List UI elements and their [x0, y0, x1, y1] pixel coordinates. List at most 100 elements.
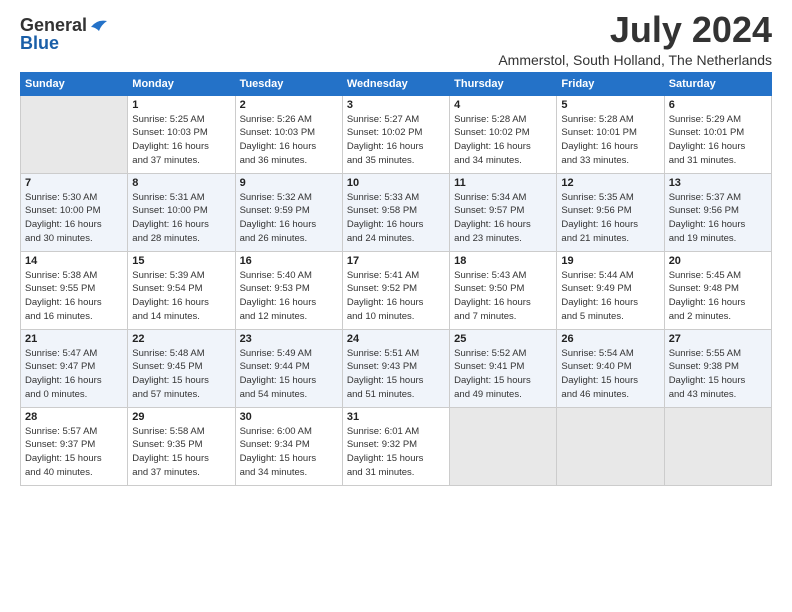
day-info: Sunrise: 5:40 AM Sunset: 9:53 PM Dayligh… [240, 269, 338, 324]
day-number: 22 [132, 333, 230, 345]
day-info: Sunrise: 5:30 AM Sunset: 10:00 PM Daylig… [25, 191, 123, 246]
day-number: 28 [25, 411, 123, 423]
day-info: Sunrise: 5:39 AM Sunset: 9:54 PM Dayligh… [132, 269, 230, 324]
day-number: 26 [561, 333, 659, 345]
day-info: Sunrise: 5:34 AM Sunset: 9:57 PM Dayligh… [454, 191, 552, 246]
day-number: 9 [240, 177, 338, 189]
col-header-saturday: Saturday [664, 72, 771, 95]
day-cell: 9 Sunrise: 5:32 AM Sunset: 9:59 PM Daylig… [235, 173, 342, 251]
day-number: 30 [240, 411, 338, 423]
day-info: Sunrise: 5:31 AM Sunset: 10:00 PM Daylig… [132, 191, 230, 246]
day-info: Sunrise: 5:55 AM Sunset: 9:38 PM Dayligh… [669, 347, 767, 402]
day-number: 12 [561, 177, 659, 189]
day-info: Sunrise: 5:43 AM Sunset: 9:50 PM Dayligh… [454, 269, 552, 324]
day-number: 8 [132, 177, 230, 189]
day-info: Sunrise: 5:25 AM Sunset: 10:03 PM Daylig… [132, 113, 230, 168]
col-header-sunday: Sunday [21, 72, 128, 95]
day-cell: 20 Sunrise: 5:45 AM Sunset: 9:48 PM Dayli… [664, 251, 771, 329]
day-cell: 31 Sunrise: 6:01 AM Sunset: 9:32 PM Dayli… [342, 407, 449, 485]
day-cell: 13 Sunrise: 5:37 AM Sunset: 9:56 PM Dayli… [664, 173, 771, 251]
day-info: Sunrise: 5:26 AM Sunset: 10:03 PM Daylig… [240, 113, 338, 168]
day-cell: 26 Sunrise: 5:54 AM Sunset: 9:40 PM Dayli… [557, 329, 664, 407]
month-title: July 2024 [498, 10, 772, 50]
day-cell: 12 Sunrise: 5:35 AM Sunset: 9:56 PM Dayli… [557, 173, 664, 251]
calendar-table: SundayMondayTuesdayWednesdayThursdayFrid… [20, 72, 772, 486]
day-cell: 14Sunrise: 5:38 AM Sunset: 9:55 PM Dayli… [21, 251, 128, 329]
day-cell: 2 Sunrise: 5:26 AM Sunset: 10:03 PM Dayli… [235, 95, 342, 173]
day-info: Sunrise: 5:28 AM Sunset: 10:01 PM Daylig… [561, 113, 659, 168]
day-info: Sunrise: 5:47 AM Sunset: 9:47 PM Dayligh… [25, 347, 123, 402]
week-row-4: 21Sunrise: 5:47 AM Sunset: 9:47 PM Dayli… [21, 329, 772, 407]
day-cell: 22 Sunrise: 5:48 AM Sunset: 9:45 PM Dayli… [128, 329, 235, 407]
day-number: 18 [454, 255, 552, 267]
day-cell: 10Sunrise: 5:33 AM Sunset: 9:58 PM Dayli… [342, 173, 449, 251]
day-info: Sunrise: 5:38 AM Sunset: 9:55 PM Dayligh… [25, 269, 123, 324]
col-header-thursday: Thursday [450, 72, 557, 95]
day-cell: 7 Sunrise: 5:30 AM Sunset: 10:00 PM Dayli… [21, 173, 128, 251]
col-header-monday: Monday [128, 72, 235, 95]
day-cell: 11 Sunrise: 5:34 AM Sunset: 9:57 PM Dayli… [450, 173, 557, 251]
day-cell: 19 Sunrise: 5:44 AM Sunset: 9:49 PM Dayli… [557, 251, 664, 329]
day-cell: 6Sunrise: 5:29 AM Sunset: 10:01 PM Dayli… [664, 95, 771, 173]
day-info: Sunrise: 5:35 AM Sunset: 9:56 PM Dayligh… [561, 191, 659, 246]
day-cell: 23Sunrise: 5:49 AM Sunset: 9:44 PM Dayli… [235, 329, 342, 407]
day-cell: 28Sunrise: 5:57 AM Sunset: 9:37 PM Dayli… [21, 407, 128, 485]
day-cell: 3 Sunrise: 5:27 AM Sunset: 10:02 PM Dayli… [342, 95, 449, 173]
week-row-2: 7 Sunrise: 5:30 AM Sunset: 10:00 PM Dayli… [21, 173, 772, 251]
week-row-1: 1 Sunrise: 5:25 AM Sunset: 10:03 PM Dayli… [21, 95, 772, 173]
col-header-wednesday: Wednesday [342, 72, 449, 95]
day-cell: 27 Sunrise: 5:55 AM Sunset: 9:38 PM Dayli… [664, 329, 771, 407]
day-number: 16 [240, 255, 338, 267]
day-number: 13 [669, 177, 767, 189]
week-row-3: 14Sunrise: 5:38 AM Sunset: 9:55 PM Dayli… [21, 251, 772, 329]
day-cell [21, 95, 128, 173]
day-number: 7 [25, 177, 123, 189]
day-info: Sunrise: 5:37 AM Sunset: 9:56 PM Dayligh… [669, 191, 767, 246]
day-number: 27 [669, 333, 767, 345]
logo: General Blue [20, 16, 109, 52]
day-number: 3 [347, 99, 445, 111]
day-cell: 18 Sunrise: 5:43 AM Sunset: 9:50 PM Dayli… [450, 251, 557, 329]
day-info: Sunrise: 5:28 AM Sunset: 10:02 PM Daylig… [454, 113, 552, 168]
day-number: 29 [132, 411, 230, 423]
header: General Blue July 2024 Ammerstol, South … [20, 10, 772, 68]
day-number: 11 [454, 177, 552, 189]
day-info: Sunrise: 5:54 AM Sunset: 9:40 PM Dayligh… [561, 347, 659, 402]
day-cell: 5 Sunrise: 5:28 AM Sunset: 10:01 PM Dayli… [557, 95, 664, 173]
day-cell: 21Sunrise: 5:47 AM Sunset: 9:47 PM Dayli… [21, 329, 128, 407]
logo-blue-text: Blue [20, 34, 59, 52]
day-number: 2 [240, 99, 338, 111]
day-number: 31 [347, 411, 445, 423]
day-number: 15 [132, 255, 230, 267]
day-number: 1 [132, 99, 230, 111]
day-cell: 29 Sunrise: 5:58 AM Sunset: 9:35 PM Dayli… [128, 407, 235, 485]
location-subtitle: Ammerstol, South Holland, The Netherland… [498, 52, 772, 68]
day-info: Sunrise: 5:32 AM Sunset: 9:59 PM Dayligh… [240, 191, 338, 246]
day-number: 6 [669, 99, 767, 111]
day-info: Sunrise: 5:52 AM Sunset: 9:41 PM Dayligh… [454, 347, 552, 402]
logo-bird-icon [89, 17, 109, 33]
day-info: Sunrise: 6:01 AM Sunset: 9:32 PM Dayligh… [347, 425, 445, 480]
col-header-tuesday: Tuesday [235, 72, 342, 95]
day-info: Sunrise: 5:45 AM Sunset: 9:48 PM Dayligh… [669, 269, 767, 324]
day-info: Sunrise: 5:48 AM Sunset: 9:45 PM Dayligh… [132, 347, 230, 402]
day-cell [557, 407, 664, 485]
day-info: Sunrise: 5:44 AM Sunset: 9:49 PM Dayligh… [561, 269, 659, 324]
day-number: 23 [240, 333, 338, 345]
day-number: 5 [561, 99, 659, 111]
day-info: Sunrise: 5:41 AM Sunset: 9:52 PM Dayligh… [347, 269, 445, 324]
day-info: Sunrise: 5:27 AM Sunset: 10:02 PM Daylig… [347, 113, 445, 168]
day-cell: 16 Sunrise: 5:40 AM Sunset: 9:53 PM Dayli… [235, 251, 342, 329]
title-block: July 2024 Ammerstol, South Holland, The … [498, 10, 772, 68]
day-cell: 17Sunrise: 5:41 AM Sunset: 9:52 PM Dayli… [342, 251, 449, 329]
day-cell [450, 407, 557, 485]
week-row-5: 28Sunrise: 5:57 AM Sunset: 9:37 PM Dayli… [21, 407, 772, 485]
day-number: 25 [454, 333, 552, 345]
day-info: Sunrise: 5:58 AM Sunset: 9:35 PM Dayligh… [132, 425, 230, 480]
day-number: 20 [669, 255, 767, 267]
day-cell: 4Sunrise: 5:28 AM Sunset: 10:02 PM Dayli… [450, 95, 557, 173]
day-cell: 30Sunrise: 6:00 AM Sunset: 9:34 PM Dayli… [235, 407, 342, 485]
day-number: 19 [561, 255, 659, 267]
day-cell: 15 Sunrise: 5:39 AM Sunset: 9:54 PM Dayli… [128, 251, 235, 329]
day-number: 24 [347, 333, 445, 345]
